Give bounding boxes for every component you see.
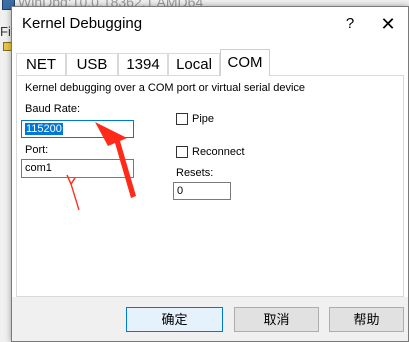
baud-rate-label: Baud Rate:	[25, 103, 81, 115]
dialog-title: Kernel Debugging	[22, 15, 143, 32]
baud-rate-input[interactable]: 115200	[21, 120, 134, 138]
dialog-button-bar: 确定 取消 帮助	[12, 297, 408, 341]
resets-label: Resets:	[176, 167, 214, 179]
tab-net[interactable]: NET	[16, 53, 66, 75]
help-button-icon[interactable]: ?	[338, 13, 362, 35]
port-value: com1	[25, 162, 52, 174]
port-label: Port:	[25, 144, 49, 156]
tab-local[interactable]: Local	[168, 53, 220, 75]
tab-usb[interactable]: USB	[66, 53, 118, 75]
ok-button[interactable]: 确定	[126, 307, 223, 332]
cancel-button[interactable]: 取消	[234, 307, 319, 332]
close-icon[interactable]: ✕	[376, 13, 400, 35]
reconnect-checkbox[interactable]	[176, 146, 188, 158]
pipe-checkbox[interactable]	[176, 113, 188, 125]
pipe-label: Pipe	[192, 113, 215, 125]
tab-strip: NET USB 1394 Local COM	[12, 49, 408, 76]
reconnect-label: Reconnect	[192, 146, 245, 158]
help-button[interactable]: 帮助	[329, 307, 404, 332]
resets-value: 0	[177, 185, 184, 197]
kernel-debugging-dialog: Kernel Debugging ? ✕ NET USB 1394 Local …	[11, 6, 409, 342]
tab-1394[interactable]: 1394	[118, 53, 168, 75]
resets-input[interactable]: 0	[173, 182, 231, 200]
com-description: Kernel debugging over a COM port or virt…	[25, 82, 306, 94]
port-input[interactable]: com1	[21, 159, 134, 178]
baud-rate-value: 115200	[25, 123, 63, 135]
tab-com[interactable]: COM	[220, 49, 270, 76]
